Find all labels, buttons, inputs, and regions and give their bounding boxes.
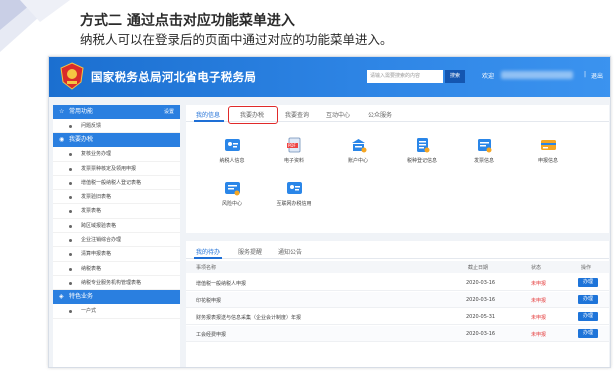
tab-notice[interactable]: 通知公告 [278, 247, 302, 256]
table-row: 印花税申报 2020-03-16 未申报 办理 [186, 292, 609, 308]
todo-name: 工会经费申报 [196, 332, 227, 338]
pdf-document-icon: PDF [286, 137, 300, 153]
sidebar-item[interactable]: 增值税一般纳税人登记表格 [53, 176, 180, 191]
todo-panel: 我的待办 服务提醒 通知公告 事项名称 截止日期 状态 操作 增值税一般纳税人申… [186, 241, 609, 367]
function-label: 纳税人信息 [219, 158, 245, 164]
tab-query[interactable]: 我要查询 [285, 110, 309, 119]
declaration-info-icon [540, 140, 556, 150]
sidebar-item[interactable]: 纳税专业服务机构管理表格 [53, 276, 180, 291]
function-e-documents[interactable]: PDF 电子资料 [266, 137, 322, 164]
handle-button[interactable]: 办理 [578, 295, 598, 304]
header-separator: | [584, 71, 587, 78]
function-declaration-info[interactable]: 申报信息 [520, 137, 576, 164]
active-tab-indicator [194, 120, 224, 122]
function-label: 电子资料 [283, 158, 304, 164]
svg-text:PDF: PDF [288, 143, 296, 148]
todo-name: 增值税一般纳税人申报 [196, 281, 247, 287]
corner-decoration [0, 0, 70, 52]
tax-registration-icon [416, 138, 429, 153]
sidebar-section-label: 特色业务 [69, 293, 94, 301]
credit-icon [286, 182, 302, 194]
site-title: 国家税务总局河北省电子税务局 [91, 70, 257, 84]
sidebar-item[interactable]: 复核业务办理 [53, 147, 180, 162]
function-tax-registration[interactable]: 税种登记信息 [394, 137, 450, 164]
logout-link[interactable]: 退出 [591, 71, 603, 80]
tab-public-service[interactable]: 公众服务 [368, 110, 392, 119]
handle-button[interactable]: 办理 [578, 278, 598, 287]
table-header: 事项名称 截止日期 状态 操作 [186, 261, 609, 273]
todo-name: 印花税申报 [196, 298, 222, 304]
sidebar-section-label: 常用功能 [69, 108, 94, 115]
sidebar: ☆ 常用功能 设置 问题反馈 ◉ 我要办税 复核业务办理 发票票种核定及领用申报 增… [53, 105, 180, 367]
function-credit[interactable]: 互联网办税信用 [266, 180, 322, 207]
tax-icon: ◉ [59, 136, 65, 144]
function-label: 互联网办税信用 [276, 201, 312, 207]
search-input[interactable]: 请输入需要搜索的内容 [367, 70, 443, 83]
user-name-redacted [501, 71, 573, 79]
table-row: 工会经费申报 2020-03-16 未申报 办理 [186, 326, 609, 342]
todo-date: 2020-03-16 [466, 280, 496, 286]
sidebar-item[interactable]: 发票票种核定及领用申报 [53, 162, 180, 176]
todo-date: 2020-03-16 [466, 297, 496, 303]
function-invoice-info[interactable]: 发票信息 [456, 137, 512, 164]
todo-date: 2020-05-31 [466, 314, 496, 320]
sidebar-item[interactable]: 清算申报表格 [53, 247, 180, 262]
sidebar-section-label: 我要办税 [69, 136, 94, 144]
slide-subtitle: 纳税人可以在登录后的页面中通过对应的功能菜单进入。 [80, 32, 393, 47]
table-row: 财务报表报送与信息采集（企业会计制度）年报 2020-05-31 未申报 办理 [186, 309, 609, 325]
sidebar-item[interactable]: 企业注销综合办理 [53, 233, 180, 248]
account-center-icon [351, 139, 366, 153]
status-badge: 未申报 [531, 298, 547, 304]
screenshot-frame: 国家税务总局河北省电子税务局 请输入需要搜索的内容 搜索 欢迎 | 退出 ☆ 常用… [48, 56, 611, 368]
function-label: 账户中心 [347, 158, 368, 164]
handle-button[interactable]: 办理 [578, 329, 598, 338]
todo-date: 2020-03-16 [466, 331, 496, 337]
function-label: 发票信息 [473, 158, 494, 164]
sidebar-section-feature[interactable]: ◈ 特色业务 [53, 290, 180, 305]
sidebar-section-tax[interactable]: ◉ 我要办税 [53, 133, 180, 148]
user-info-icon [224, 139, 240, 151]
column-header: 事项名称 [196, 265, 217, 271]
sidebar-item[interactable]: 一户式 [53, 304, 180, 319]
function-risk-center[interactable]: 风险中心 [204, 180, 260, 207]
star-icon: ☆ [59, 108, 65, 115]
invoice-info-icon [477, 139, 491, 153]
tab-service-reminder[interactable]: 服务提醒 [238, 247, 262, 256]
column-header: 截止日期 [468, 265, 489, 271]
status-badge: 未申报 [531, 315, 547, 321]
settings-link[interactable]: 设置 [164, 105, 174, 119]
sidebar-item[interactable]: 纳税表格 [53, 262, 180, 276]
search-button[interactable]: 搜索 [445, 70, 465, 83]
column-header: 操作 [581, 265, 592, 271]
tax-emblem-icon [60, 62, 84, 90]
function-label: 申报信息 [537, 158, 558, 164]
sidebar-item[interactable]: 跨区域报验表格 [53, 219, 180, 234]
top-bar: 国家税务总局河北省电子税务局 请输入需要搜索的内容 搜索 欢迎 | 退出 [49, 57, 610, 97]
function-user-info[interactable]: 纳税人信息 [204, 137, 260, 164]
sidebar-item[interactable]: 问题反馈 [53, 119, 180, 134]
tab-my-todo[interactable]: 我的待办 [196, 247, 220, 256]
highlight-box [228, 106, 278, 124]
table-row: 增值税一般纳税人申报 2020-03-16 未申报 办理 [186, 275, 609, 291]
info-panel: 我的信息 我要办税 我要查询 互动中心 公众服务 纳税人信息 PDF 电子资料 … [186, 105, 609, 233]
sidebar-item[interactable]: 发票验旧表格 [53, 190, 180, 205]
status-badge: 未申报 [531, 332, 547, 338]
sidebar-section-common[interactable]: ☆ 常用功能 设置 [53, 105, 180, 119]
tab-my-info[interactable]: 我的信息 [196, 110, 220, 119]
slide-title: 方式二 通过点击对应功能菜单进入 [80, 13, 295, 29]
column-header: 状态 [531, 265, 542, 271]
sidebar-item[interactable]: 发票表格 [53, 204, 180, 219]
todo-tabs: 我的待办 服务提醒 通知公告 [186, 241, 609, 259]
risk-center-icon [224, 182, 240, 196]
handle-button[interactable]: 办理 [578, 312, 598, 321]
tab-interaction[interactable]: 互动中心 [326, 110, 350, 119]
function-label: 税种登记信息 [406, 158, 437, 164]
function-account-center[interactable]: 账户中心 [330, 137, 386, 164]
status-badge: 未申报 [531, 281, 547, 287]
active-tab-indicator [194, 257, 222, 259]
feature-icon: ◈ [59, 293, 64, 301]
todo-name: 财务报表报送与信息采集（企业会计制度）年报 [196, 315, 302, 321]
function-label: 风险中心 [221, 201, 242, 207]
welcome-text: 欢迎 [482, 73, 495, 80]
